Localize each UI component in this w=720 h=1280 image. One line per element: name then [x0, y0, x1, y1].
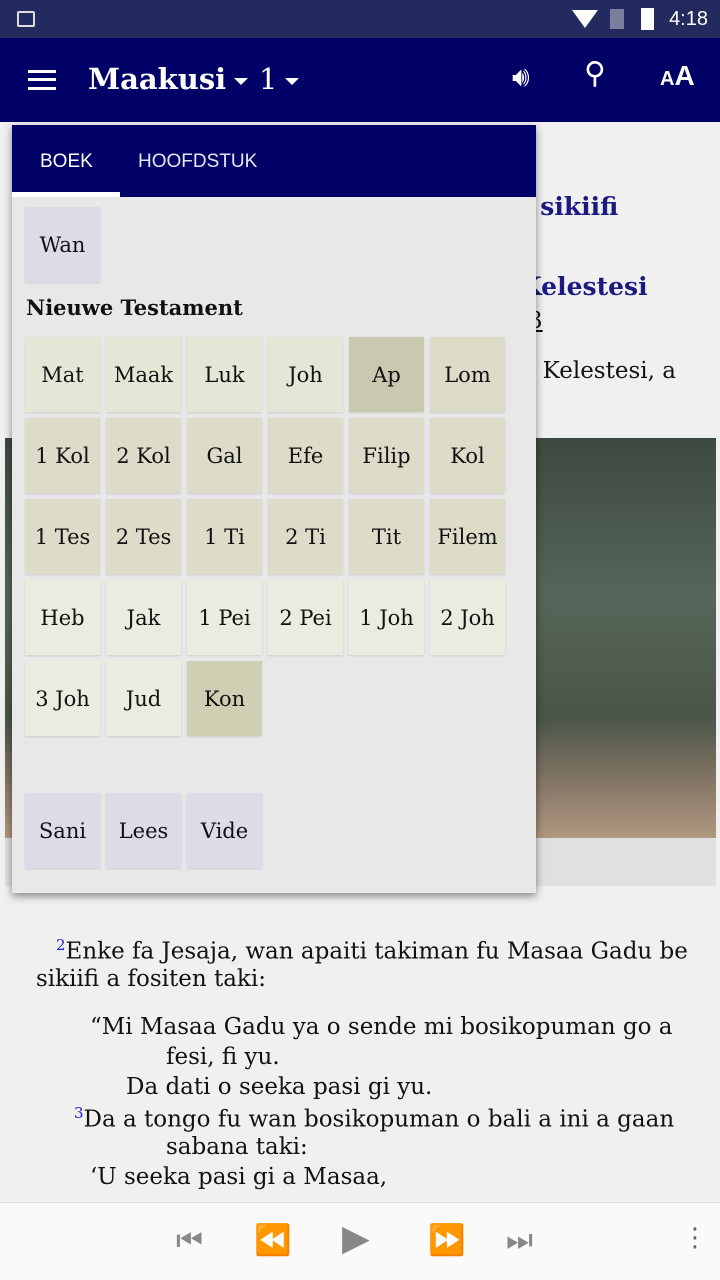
- app-bar: Maakusi 1 🔊︎ ⚲ AA: [0, 38, 720, 122]
- verse-text: sikiifi a fositen taki:: [36, 966, 266, 992]
- book-cell[interactable]: 1 Pei: [187, 580, 262, 655]
- play-icon[interactable]: ▶: [342, 1218, 370, 1259]
- poetry-line: ‘U seeka pasi gi a Masaa,: [90, 1164, 388, 1190]
- more-options-icon[interactable]: ⋮: [682, 1223, 708, 1253]
- cell-vide[interactable]: Vide: [187, 793, 262, 868]
- book-cell[interactable]: 2 Kol: [106, 418, 181, 493]
- verse-2: 2Enke fa Jesaja, wan apaiti takiman fu M…: [56, 936, 688, 965]
- book-cell[interactable]: Mat: [25, 337, 100, 412]
- verse-3: 3Da a tongo fu wan bosikopuman o bali a …: [74, 1104, 675, 1133]
- no-sim-icon: [610, 9, 624, 29]
- book-cell[interactable]: Gal: [187, 418, 262, 493]
- tab-bar: BOEK HOOFDSTUK: [12, 125, 536, 197]
- book-cell[interactable]: 3 Joh: [25, 661, 100, 736]
- menu-icon[interactable]: [28, 70, 56, 90]
- wifi-icon: [572, 10, 598, 28]
- book-selector[interactable]: Maakusi: [88, 62, 249, 96]
- book-cell[interactable]: 2 Tes: [106, 499, 181, 574]
- book-cell[interactable]: 2 Pei: [268, 580, 343, 655]
- book-cell[interactable]: 1 Ti: [187, 499, 262, 574]
- book-chooser-popup: BOEK HOOFDSTUK Wan Nieuwe Testament Mat M…: [12, 125, 536, 893]
- book-cell[interactable]: Efe: [268, 418, 343, 493]
- book-cell-wan[interactable]: Wan: [25, 207, 100, 282]
- book-cell[interactable]: Luk: [187, 337, 262, 412]
- poetry-line: sabana taki:: [166, 1134, 308, 1160]
- book-name: Maakusi: [88, 62, 227, 96]
- skip-to-end-icon[interactable]: ⏭: [506, 1223, 533, 1258]
- rewind-icon[interactable]: ⏪: [254, 1223, 291, 1258]
- book-cell[interactable]: Joh: [268, 337, 343, 412]
- book-cell[interactable]: 1 Kol: [25, 418, 100, 493]
- book-cell[interactable]: 2 Joh: [430, 580, 505, 655]
- book-cell[interactable]: Jak: [106, 580, 181, 655]
- tab-hoofdstuk[interactable]: HOOFDSTUK: [138, 151, 257, 173]
- status-bar: 4:18: [0, 0, 720, 38]
- cell-lees[interactable]: Lees: [106, 793, 181, 868]
- text-size-icon[interactable]: AA: [660, 60, 695, 92]
- active-tab-indicator: [12, 192, 120, 197]
- chapter-selector[interactable]: 1: [259, 62, 300, 96]
- book-cell[interactable]: 2 Ti: [268, 499, 343, 574]
- battery-icon: [641, 8, 654, 30]
- chapter-number: 1: [259, 62, 278, 96]
- book-cell[interactable]: 1 Joh: [349, 580, 424, 655]
- fast-forward-icon[interactable]: ⏩: [428, 1223, 465, 1258]
- audio-player-bar: ⏮ ⏪ ▶ ⏩ ⏭ ⋮: [0, 1202, 720, 1280]
- skip-to-start-icon[interactable]: ⏮: [176, 1223, 203, 1258]
- dropdown-icon: [234, 77, 249, 85]
- clock: 4:18: [669, 8, 708, 30]
- book-cell[interactable]: Heb: [25, 580, 100, 655]
- poetry-line: Da dati o seeka pasi gi yu.: [126, 1074, 433, 1100]
- section-heading: Kelestesi: [520, 272, 648, 301]
- book-cell[interactable]: Filip: [349, 418, 424, 493]
- book-cell[interactable]: Lom: [430, 337, 505, 412]
- book-cell[interactable]: Maak: [106, 337, 181, 412]
- book-cell[interactable]: Ap: [349, 337, 424, 412]
- gallery-notification-icon: [17, 11, 35, 27]
- section-title: Nieuwe Testament: [26, 295, 243, 320]
- verse-text: i Kelestesi, a: [528, 358, 676, 384]
- audio-icon[interactable]: 🔊︎: [512, 60, 530, 94]
- dropdown-icon: [285, 77, 300, 85]
- book-cell[interactable]: Filem: [430, 499, 505, 574]
- book-cell[interactable]: Kon: [187, 661, 262, 736]
- book-cell[interactable]: Jud: [106, 661, 181, 736]
- poetry-line: fesi, fi yu.: [166, 1044, 280, 1070]
- book-cell[interactable]: Kol: [430, 418, 505, 493]
- tab-boek[interactable]: BOEK: [40, 151, 93, 173]
- poetry-line: “Mi Masaa Gadu ya o sende mi bosikopuman…: [90, 1014, 673, 1040]
- book-cell[interactable]: Tit: [349, 499, 424, 574]
- cell-sani[interactable]: Sani: [25, 793, 100, 868]
- search-icon[interactable]: ⚲: [584, 56, 606, 91]
- book-cell[interactable]: 1 Tes: [25, 499, 100, 574]
